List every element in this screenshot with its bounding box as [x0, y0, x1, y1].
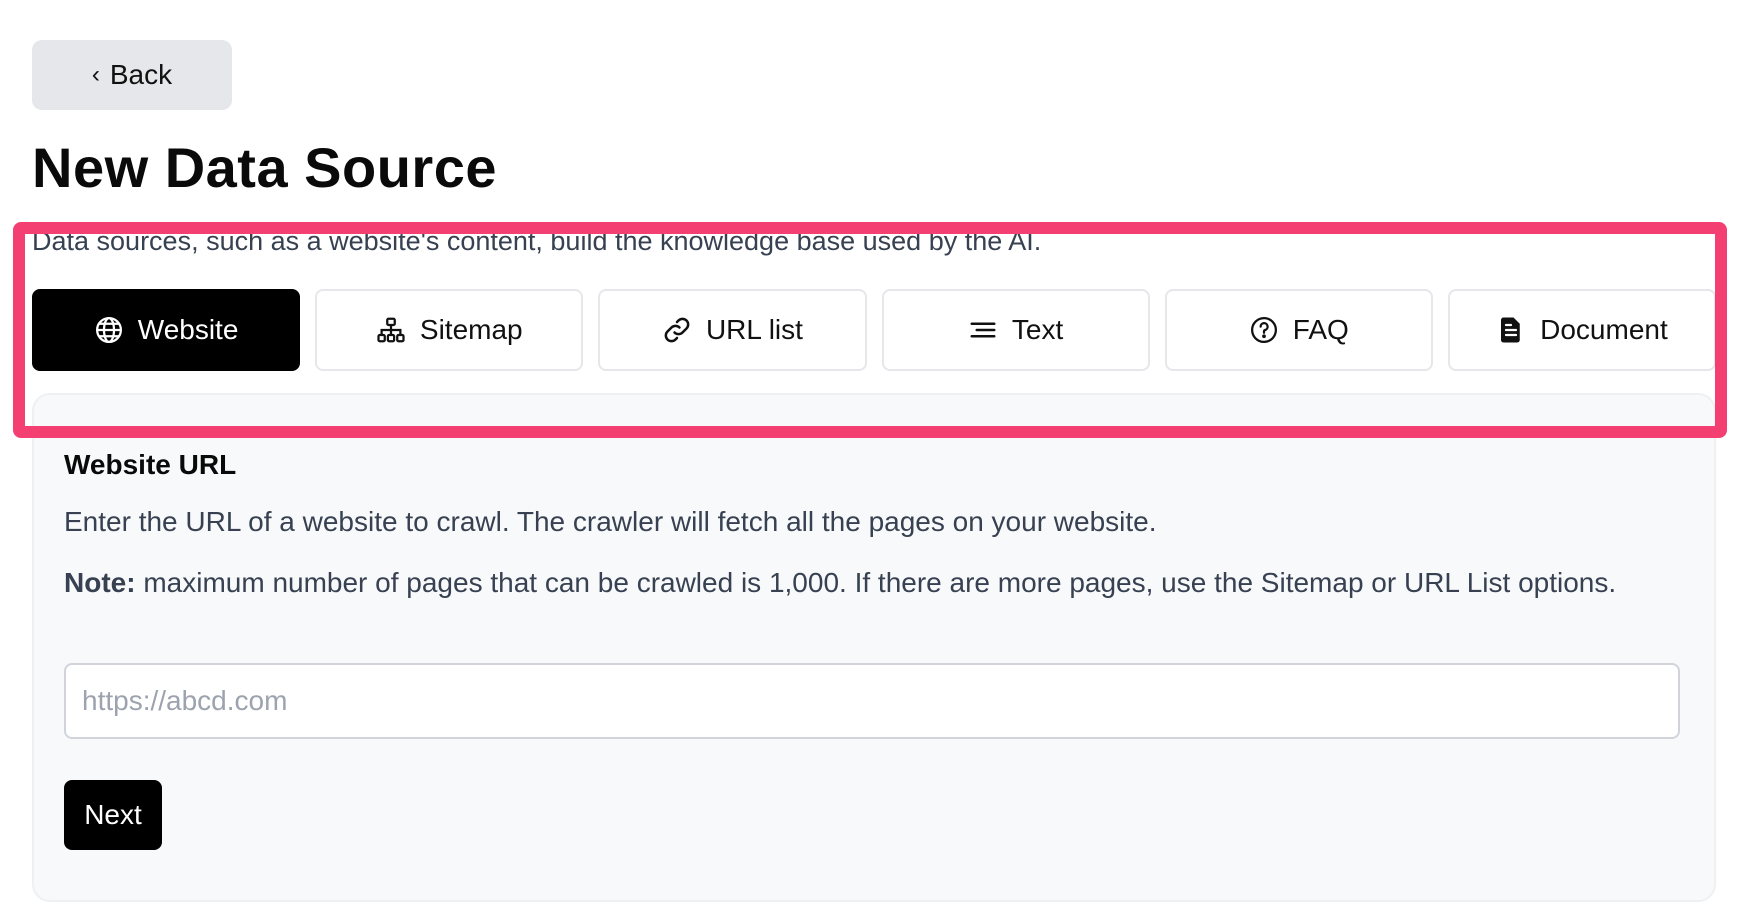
- tab-document[interactable]: Document: [1447, 289, 1717, 371]
- website-source-panel: Website URL Enter the URL of a website t…: [32, 393, 1716, 902]
- question-circle-icon: [1249, 315, 1279, 345]
- tab-url-list[interactable]: URL list: [598, 289, 867, 371]
- back-button-label: Back: [109, 59, 173, 90]
- tab-faq-label: FAQ: [1292, 314, 1349, 345]
- globe-icon: [94, 315, 124, 345]
- lines-icon: [968, 315, 998, 345]
- tab-sitemap-label: Sitemap: [419, 314, 523, 345]
- note-text: maximum number of pages that can be craw…: [135, 567, 1617, 598]
- next-button[interactable]: Next: [64, 780, 162, 850]
- source-type-tabs: Website Sitemap URL list Text FAQ Docume…: [32, 289, 1717, 371]
- chevron-left-icon: ‹: [91, 61, 100, 88]
- panel-note: Note: maximum number of pages that can b…: [64, 562, 1694, 604]
- tab-website-label: Website: [137, 314, 239, 345]
- link-icon: [662, 315, 692, 345]
- tab-document-label: Document: [1540, 314, 1668, 345]
- page-title: New Data Source: [32, 136, 497, 199]
- back-button[interactable]: ‹ Back: [32, 40, 232, 110]
- document-icon: [1496, 315, 1526, 345]
- note-label: Note:: [64, 567, 136, 598]
- tab-text[interactable]: Text: [881, 289, 1150, 371]
- tab-faq[interactable]: FAQ: [1164, 289, 1433, 371]
- tab-text-label: Text: [1011, 314, 1064, 345]
- tab-url-list-label: URL list: [705, 314, 803, 345]
- website-url-input[interactable]: [64, 663, 1680, 739]
- tab-sitemap[interactable]: Sitemap: [315, 289, 584, 371]
- panel-title: Website URL: [64, 449, 237, 480]
- panel-description: Enter the URL of a website to crawl. The…: [64, 506, 1157, 537]
- page-subtitle: Data sources, such as a website's conten…: [32, 226, 1042, 256]
- sitemap-icon: [376, 315, 406, 345]
- tab-website[interactable]: Website: [32, 289, 301, 371]
